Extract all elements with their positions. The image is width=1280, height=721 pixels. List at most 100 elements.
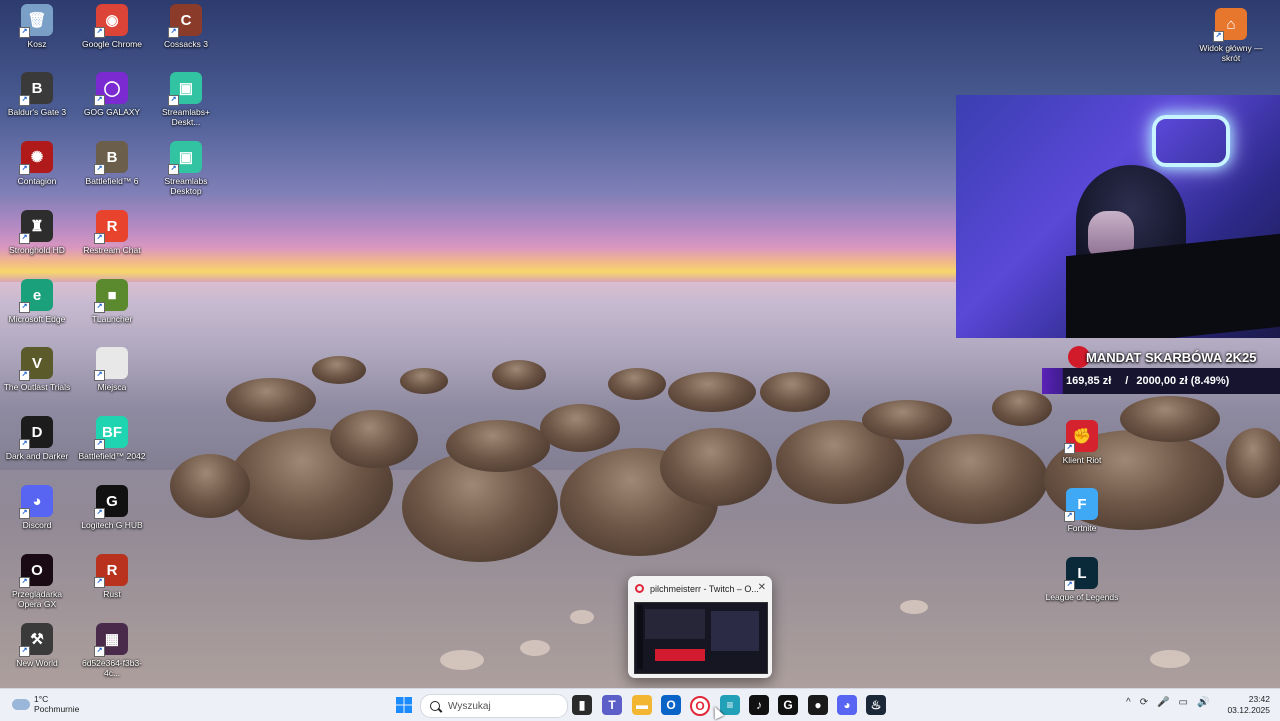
desktop-icon-left-2[interactable]: C ↗ Cossacks 3 [149,4,223,49]
start-button[interactable] [394,695,414,715]
tray-icon-3[interactable]: ▭ [1179,697,1188,708]
app-icon: D ↗ [19,416,53,450]
wallpaper-pebble [440,650,484,670]
shortcut-arrow-icon: ↗ [94,646,105,657]
desktop-icon-label: Fortnite [1067,523,1097,533]
taskbar-logitech-g-icon[interactable]: G [778,695,798,715]
app-icon: V ↗ [19,347,53,381]
desktop-icon-label: Streamlabs+ Deskt... [162,107,210,127]
taskbar-opera-gx-icon[interactable]: O [690,696,710,716]
taskbar: 1°C Pochmurnie Wyszukaj ▮ T ▬ O O ≡ ♪ G ● ◕ ♨ ^ ⟳ 🎤 ▭… [0,688,1280,721]
app-icon: 🗑 ↗ [19,4,53,38]
desktop-icon-left-0[interactable]: 🗑 ↗ Kosz [0,4,74,49]
preview-content-block [645,609,705,639]
taskbar-notepad-icon[interactable]: ≡ [720,695,740,715]
clock[interactable]: 23:42 03.12.2025 [1227,694,1270,716]
tray-icon-4[interactable]: 🔊 [1197,697,1209,708]
taskbar-discord-icon[interactable]: ◕ [837,695,857,715]
desktop-icon-left-6[interactable]: ✺ ↗ Contagion [0,141,74,186]
tray-icon-0[interactable]: ^ [1126,697,1131,708]
desktop-icon-label: Google Chrome [81,39,142,49]
shortcut-arrow-icon: ↗ [94,95,105,106]
shortcut-arrow-icon: ↗ [94,439,105,450]
app-icon: ▣ ↗ [168,141,202,175]
taskbar-tiktok-icon[interactable]: ♪ [749,695,769,715]
tray-icon-2[interactable]: 🎤 [1157,697,1169,708]
desktop-icon-left-19[interactable]: O ↗ Przeglądarka Opera GX [0,554,74,609]
desktop-icon-label: The Outlast Trials [3,382,71,392]
app-icon: O ↗ [19,554,53,588]
shortcut-arrow-icon: ↗ [19,27,30,38]
desktop-icon-left-9[interactable]: ♜ ↗ Stronghold HD [0,210,74,255]
donation-target: 2000,00 zł (8.49%) [1136,375,1230,387]
desktop-icon-left-20[interactable]: R ↗ Rust [75,554,149,599]
wallpaper-rock [992,390,1052,426]
app-icon: R ↗ [94,210,128,244]
wallpaper-rock [446,420,550,472]
desktop-icon-label: Widok główny — skrót [1199,43,1263,63]
shortcut-arrow-icon: ↗ [19,646,30,657]
shortcut-arrow-icon: ↗ [94,233,105,244]
desktop-icon-label: Cossacks 3 [164,39,208,49]
wallpaper-rock [668,372,756,412]
desktop-icon-left-10[interactable]: R ↗ Restream Chat [75,210,149,255]
desktop-icon-left-5[interactable]: ▣ ↗ Streamlabs+ Deskt... [149,72,223,127]
desktop-icon-label: Miejsca [97,382,127,392]
desktop-icon-left-4[interactable]: ◯ ↗ GOG GALAXY [75,72,149,117]
tray-icon-1[interactable]: ⟳ [1140,697,1148,708]
preview-screenshot[interactable] [634,602,768,674]
desktop-icon-left-3[interactable]: B ↗ Baldur's Gate 3 [0,72,74,117]
search-box[interactable]: Wyszukaj [420,694,568,718]
desktop-icon-left-17[interactable]: ◕ ↗ Discord [0,485,74,530]
wallpaper-rock [906,434,1048,524]
desktop-icon-label: TLauncher [91,314,133,324]
shortcut-arrow-icon: ↗ [168,95,179,106]
wallpaper-rock [492,360,546,390]
desktop-icon-right-0[interactable]: ⌂ ↗ Widok główny — skrót [1194,8,1268,63]
close-icon[interactable]: ✕ [758,582,766,593]
taskbar-steam-icon[interactable]: ♨ [866,695,886,715]
desktop-icon-label: Restream Chat [83,245,141,255]
wallpaper-rock [170,454,250,518]
desktop-icon-left-7[interactable]: B ↗ Battlefield™ 6 [75,141,149,186]
app-icon: C ↗ [168,4,202,38]
desktop-icon-left-8[interactable]: ▣ ↗ Streamlabs Desktop [149,141,223,196]
desktop-icon-right-1[interactable]: ✊ ↗ Klient Riot [1045,420,1119,465]
shortcut-arrow-icon: ↗ [19,302,30,313]
desktop-icon-left-14[interactable]: ↗ Miejsca [75,347,149,392]
wallpaper-rock [312,356,366,384]
weather-widget[interactable]: 1°C Pochmurnie [12,694,79,714]
shortcut-arrow-icon: ↗ [1064,511,1075,522]
desktop-icon-left-15[interactable]: D ↗ Dark and Darker [0,416,74,461]
tray-icons: ^ ⟳ 🎤 ▭ 🔊 [1126,697,1218,708]
search-icon [430,701,440,711]
wallpaper-rock [608,368,666,400]
desktop-icon-left-1[interactable]: ◉ ↗ Google Chrome [75,4,149,49]
taskbar-outlook-icon[interactable]: O [661,695,681,715]
app-icon: G ↗ [94,485,128,519]
desktop-icon-right-3[interactable]: L ↗ League of Legends [1045,557,1119,602]
taskbar-task-view-icon[interactable]: ▮ [572,695,592,715]
desktop-icon-left-16[interactable]: BF ↗ Battlefield™ 2042 [75,416,149,461]
desktop-icon-left-21[interactable]: ⚒ ↗ New World [0,623,74,668]
desktop-icon-right-2[interactable]: F ↗ Fortnite [1045,488,1119,533]
desktop-icon-label: Rust [103,589,121,599]
taskbar-thumbnail-preview[interactable]: pilchmeisterr - Twitch – O... ✕ [628,576,772,678]
taskbar-teams-icon[interactable]: T [602,695,622,715]
desktop-icon-left-12[interactable]: ■ ↗ TLauncher [75,279,149,324]
wallpaper-rock [400,368,448,394]
app-icon: ■ ↗ [94,279,128,313]
desktop-icon-left-13[interactable]: V ↗ The Outlast Trials [0,347,74,392]
app-icon: ✺ ↗ [19,141,53,175]
taskbar-file-explorer-icon[interactable]: ▬ [632,695,652,715]
desktop-icon-label: League of Legends [1045,592,1119,602]
desktop-icon-left-18[interactable]: G ↗ Logitech G HUB [75,485,149,530]
taskbar-obs-recording-icon[interactable]: ● [808,695,828,715]
desktop-icon-left-22[interactable]: ▦ ↗ 6d52e364-f3b3-4c... [75,623,149,678]
preview-title: pilchmeisterr - Twitch – O... [650,584,759,594]
desktop-icon-left-11[interactable]: e ↗ Microsoft Edge [0,279,74,324]
shortcut-arrow-icon: ↗ [1064,443,1075,454]
app-icon: ✊ ↗ [1064,420,1098,454]
wallpaper-rock [226,378,316,422]
desktop-icon-label: Kosz [27,39,47,49]
